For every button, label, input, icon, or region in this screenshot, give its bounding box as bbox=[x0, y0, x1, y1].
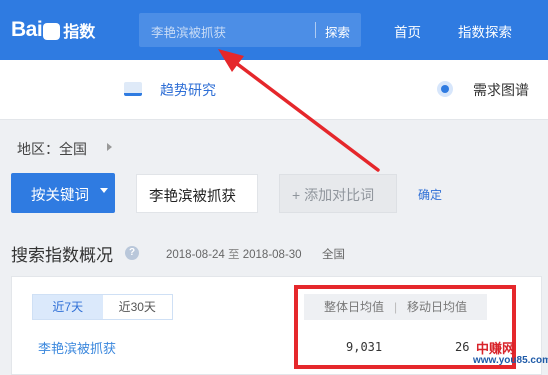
watermark-url: www.you85.com bbox=[473, 355, 548, 366]
annotation-arrow bbox=[218, 49, 380, 172]
